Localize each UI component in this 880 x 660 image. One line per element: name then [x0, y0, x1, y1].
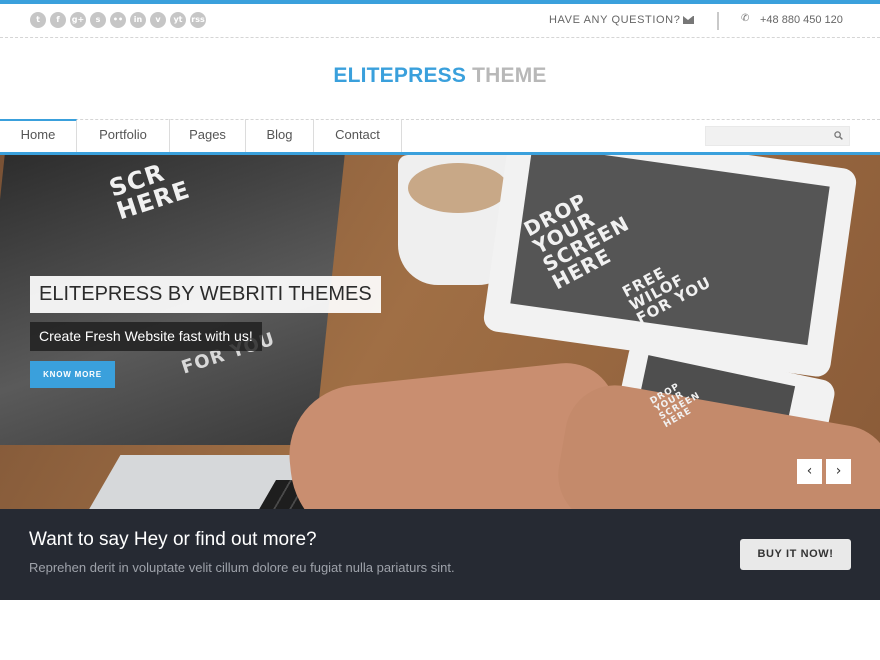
- call-to-action: Want to say Hey or find out more? Repreh…: [0, 509, 880, 600]
- facebook-icon[interactable]: f: [50, 12, 66, 28]
- rss-icon[interactable]: rss: [190, 12, 206, 28]
- logo-part-2: THEME: [472, 64, 547, 87]
- slider-title: ELITEPRESS BY WEBRITI THEMES: [30, 276, 381, 313]
- flickr-icon[interactable]: ••: [110, 12, 126, 28]
- phone-icon: ✆: [741, 13, 750, 24]
- logo-part-1: ELITEPRESS: [333, 64, 467, 87]
- nav-item-home[interactable]: Home: [0, 119, 77, 153]
- slider-next-button[interactable]: ›: [826, 459, 851, 484]
- search-icon[interactable]: [834, 131, 843, 140]
- youtube-icon[interactable]: yt: [170, 12, 186, 28]
- google-plus-icon[interactable]: g+: [70, 12, 86, 28]
- cta-title: Want to say Hey or find out more?: [29, 529, 317, 550]
- twitter-icon[interactable]: t: [30, 12, 46, 28]
- vimeo-icon[interactable]: v: [150, 12, 166, 28]
- main-nav: Home Portfolio Pages Blog Contact: [0, 119, 402, 153]
- nav-item-contact[interactable]: Contact: [314, 119, 402, 153]
- question-text: HAVE ANY QUESTION?: [549, 14, 681, 26]
- slider-subtitle: Create Fresh Website fast with us!: [30, 322, 262, 351]
- buy-it-now-button[interactable]: BUY IT NOW!: [740, 539, 851, 570]
- nav-item-pages[interactable]: Pages: [170, 119, 246, 153]
- nav-item-portfolio[interactable]: Portfolio: [77, 119, 170, 153]
- phone-number[interactable]: +48 880 450 120: [760, 14, 843, 26]
- social-links: t f g+ s •• in v yt rss: [30, 12, 206, 28]
- search-input[interactable]: [706, 128, 826, 146]
- divider: [717, 12, 719, 30]
- slider-prev-button[interactable]: ‹: [797, 459, 822, 484]
- search-box: [705, 126, 850, 146]
- site-logo[interactable]: ELITEPRESS THEME: [0, 64, 880, 88]
- linkedin-icon[interactable]: in: [130, 12, 146, 28]
- nav-item-blog[interactable]: Blog: [246, 119, 314, 153]
- know-more-button[interactable]: KNOW MORE: [30, 361, 115, 388]
- top-bar: t f g+ s •• in v yt rss HAVE ANY QUESTIO…: [0, 4, 880, 38]
- skype-icon[interactable]: s: [90, 12, 106, 28]
- envelope-icon[interactable]: [683, 16, 694, 24]
- cta-text: Reprehen derit in voluptate velit cillum…: [29, 560, 455, 575]
- coffee: [408, 163, 508, 213]
